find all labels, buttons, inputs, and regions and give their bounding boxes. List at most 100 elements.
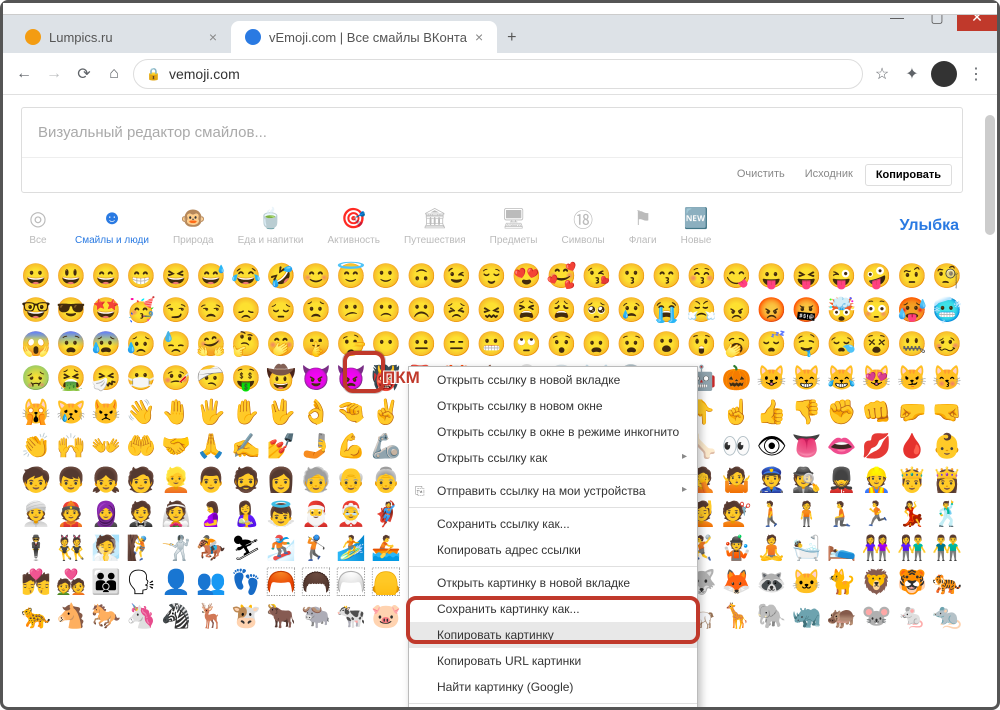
emoji-cell[interactable]: 🖐 bbox=[196, 398, 226, 428]
emoji-cell[interactable]: 😱 bbox=[21, 330, 51, 360]
emoji-cell[interactable]: 👱 bbox=[161, 466, 191, 496]
emoji-cell[interactable]: 😿 bbox=[56, 398, 86, 428]
emoji-cell[interactable]: 😥 bbox=[126, 330, 156, 360]
emoji-cell[interactable]: 🐁 bbox=[897, 602, 927, 632]
emoji-cell[interactable]: 🤶 bbox=[336, 500, 366, 530]
emoji-cell[interactable]: 🙌 bbox=[56, 432, 86, 462]
emoji-cell[interactable]: 🦰 bbox=[266, 568, 296, 598]
emoji-cell[interactable]: 🦒 bbox=[722, 602, 752, 632]
browser-tab[interactable]: Lumpics.ru × bbox=[11, 21, 231, 53]
emoji-cell[interactable]: 🧎 bbox=[827, 500, 857, 530]
emoji-cell[interactable]: 🐱 bbox=[792, 568, 822, 598]
emoji-cell[interactable]: 🧔 bbox=[231, 466, 261, 496]
emoji-cell[interactable]: 🎅 bbox=[301, 500, 331, 530]
emoji-cell[interactable]: 🙃 bbox=[406, 262, 436, 292]
emoji-cell[interactable]: 💏 bbox=[21, 568, 51, 598]
emoji-cell[interactable]: 👳 bbox=[21, 500, 51, 530]
context-menu-item[interactable]: Сохранить картинку как... bbox=[409, 596, 697, 622]
emoji-cell[interactable]: 🤨 bbox=[897, 262, 927, 292]
emoji-cell[interactable]: 🏂 bbox=[266, 534, 296, 564]
emoji-cell[interactable]: 😏 bbox=[161, 296, 191, 326]
emoji-cell[interactable]: 🦳 bbox=[336, 568, 366, 598]
category-3[interactable]: 🍵Еда и напитки bbox=[238, 205, 304, 246]
emoji-cell[interactable]: 😺 bbox=[757, 364, 787, 394]
emoji-cell[interactable]: 😒 bbox=[196, 296, 226, 326]
emoji-cell[interactable]: 👬 bbox=[932, 534, 962, 564]
emoji-cell[interactable]: 🐆 bbox=[21, 602, 51, 632]
emoji-cell[interactable]: 🤱 bbox=[231, 500, 261, 530]
extensions-icon[interactable]: ✦ bbox=[901, 63, 923, 85]
emoji-cell[interactable]: 😓 bbox=[161, 330, 191, 360]
emoji-cell[interactable]: 🧑 bbox=[126, 466, 156, 496]
emoji-cell[interactable]: 🦝 bbox=[757, 568, 787, 598]
emoji-cell[interactable]: 🤲 bbox=[126, 432, 156, 462]
context-menu-item[interactable]: Найти картинку (Google) bbox=[409, 674, 697, 700]
emoji-cell[interactable]: 🦲 bbox=[371, 568, 401, 598]
back-button[interactable]: ← bbox=[13, 63, 35, 85]
emoji-cell[interactable]: 🚣 bbox=[371, 534, 401, 564]
copy-button[interactable]: Копировать bbox=[865, 164, 952, 186]
emoji-cell[interactable]: 💇 bbox=[722, 500, 752, 530]
emoji-cell[interactable]: 🎃 bbox=[722, 364, 752, 394]
emoji-cell[interactable]: 😨 bbox=[56, 330, 86, 360]
emoji-cell[interactable]: 🥵 bbox=[897, 296, 927, 326]
emoji-cell[interactable]: 🤫 bbox=[301, 330, 331, 360]
emoji-cell[interactable]: 🧍 bbox=[792, 500, 822, 530]
emoji-cell[interactable]: 👅 bbox=[792, 432, 822, 462]
emoji-cell[interactable]: 🏃 bbox=[862, 500, 892, 530]
emoji-cell[interactable]: 😂 bbox=[231, 262, 261, 292]
emoji-cell[interactable]: 🤑 bbox=[231, 364, 261, 394]
context-menu-item[interactable]: Сохранить ссылку как... bbox=[409, 511, 697, 537]
emoji-cell[interactable]: 🤩 bbox=[91, 296, 121, 326]
category-8[interactable]: ⚑Флаги bbox=[629, 205, 657, 246]
emoji-cell[interactable]: 🐈 bbox=[827, 568, 857, 598]
emoji-cell[interactable]: 🦸 bbox=[371, 500, 401, 530]
emoji-cell[interactable]: 🤓 bbox=[21, 296, 51, 326]
emoji-cell[interactable]: 💅 bbox=[266, 432, 296, 462]
emoji-cell[interactable]: 🦄 bbox=[126, 602, 156, 632]
emoji-cell[interactable]: 🙏 bbox=[196, 432, 226, 462]
emoji-cell[interactable]: ✋ bbox=[231, 398, 261, 428]
context-menu-item[interactable]: Открыть ссылку в новой вкладке bbox=[409, 367, 697, 393]
menu-button[interactable]: ⋮ bbox=[965, 63, 987, 85]
emoji-cell[interactable]: 🙁 bbox=[371, 296, 401, 326]
tab-close-icon[interactable]: × bbox=[475, 29, 483, 45]
emoji-cell[interactable]: 🤜 bbox=[932, 398, 962, 428]
emoji-cell[interactable]: 🥳 bbox=[126, 296, 156, 326]
emoji-cell[interactable]: 👧 bbox=[91, 466, 121, 496]
emoji-cell[interactable]: 🧓 bbox=[301, 466, 331, 496]
emoji-cell[interactable]: 👫 bbox=[897, 534, 927, 564]
context-menu-item[interactable]: Открыть ссылку в новом окне bbox=[409, 393, 697, 419]
emoji-cell[interactable]: 👌 bbox=[301, 398, 331, 428]
emoji-cell[interactable]: 😄 bbox=[91, 262, 121, 292]
emoji-cell[interactable]: 🤏 bbox=[336, 398, 366, 428]
emoji-cell[interactable]: 😭 bbox=[652, 296, 682, 326]
emoji-cell[interactable]: 😻 bbox=[862, 364, 892, 394]
emoji-cell[interactable]: 🙄 bbox=[512, 330, 542, 360]
emoji-cell[interactable]: ⛷ bbox=[231, 534, 261, 564]
emoji-cell[interactable]: 👶 bbox=[932, 432, 962, 462]
emoji-cell[interactable]: 😙 bbox=[652, 262, 682, 292]
emoji-cell[interactable]: 😖 bbox=[476, 296, 506, 326]
emoji-cell[interactable]: 😷 bbox=[126, 364, 156, 394]
emoji-cell[interactable]: 👏 bbox=[21, 432, 51, 462]
new-tab-button[interactable]: + bbox=[497, 23, 526, 53]
emoji-cell[interactable]: 😸 bbox=[792, 364, 822, 394]
emoji-cell[interactable]: 🤭 bbox=[266, 330, 296, 360]
emoji-cell[interactable]: 😔 bbox=[266, 296, 296, 326]
emoji-cell[interactable]: 🤚 bbox=[161, 398, 191, 428]
emoji-cell[interactable]: 🕴 bbox=[21, 534, 51, 564]
emoji-cell[interactable]: 🤷 bbox=[722, 466, 752, 496]
emoji-cell[interactable]: 👋 bbox=[126, 398, 156, 428]
emoji-cell[interactable]: 🥱 bbox=[722, 330, 752, 360]
emoji-cell[interactable]: 🐯 bbox=[897, 568, 927, 598]
emoji-cell[interactable]: 🏇 bbox=[196, 534, 226, 564]
emoji-cell[interactable]: 😘 bbox=[582, 262, 612, 292]
emoji-cell[interactable]: 🐷 bbox=[371, 602, 401, 632]
emoji-cell[interactable]: 😰 bbox=[91, 330, 121, 360]
emoji-cell[interactable]: ☹️ bbox=[406, 296, 436, 326]
emoji-cell[interactable]: 🙀 bbox=[21, 398, 51, 428]
emoji-cell[interactable]: 😴 bbox=[757, 330, 787, 360]
category-4[interactable]: 🎯Активность bbox=[327, 205, 380, 246]
emoji-cell[interactable]: 🚶 bbox=[757, 500, 787, 530]
